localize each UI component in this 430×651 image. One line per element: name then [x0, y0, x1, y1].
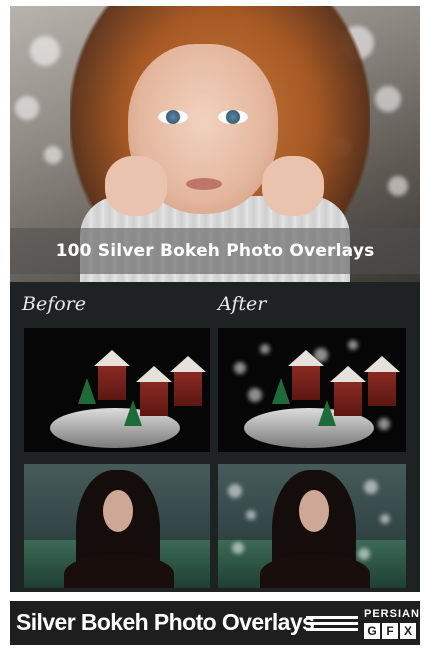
tree	[78, 378, 96, 404]
tree	[124, 400, 142, 426]
hand	[262, 156, 324, 216]
after-image-portrait	[218, 464, 406, 588]
bokeh-light	[348, 340, 358, 350]
bokeh-light	[358, 548, 370, 560]
bokeh-light	[364, 480, 378, 494]
brand-letter-g: G	[364, 623, 380, 639]
bokeh-light	[246, 510, 256, 520]
bokeh-light	[388, 176, 408, 196]
tree	[272, 378, 290, 404]
hero-title: 100 Silver Bokeh Photo Overlays	[55, 241, 375, 261]
bokeh-light	[375, 86, 401, 112]
bokeh-light	[248, 388, 262, 402]
portrait-face	[299, 490, 329, 532]
bokeh-light	[30, 36, 60, 66]
hero-image: 100 Silver Bokeh Photo Overlays	[10, 6, 420, 282]
tree	[318, 400, 336, 426]
bokeh-light	[314, 348, 328, 362]
house	[98, 366, 126, 400]
house	[334, 382, 362, 416]
brand-letter-x: X	[400, 623, 416, 639]
footer-bar: Silver Bokeh Photo Overlays PERSIAN G F …	[10, 601, 420, 645]
portrait-shoulders	[260, 554, 370, 588]
portrait-face	[103, 490, 133, 532]
house-roof	[170, 356, 206, 372]
bokeh-light	[260, 344, 270, 354]
before-label: Before	[22, 293, 87, 315]
after-label: After	[218, 293, 267, 315]
house	[368, 372, 396, 406]
before-image-village	[24, 328, 210, 452]
line	[306, 616, 358, 619]
footer-title: Silver Bokeh Photo Overlays	[16, 609, 315, 635]
preview-frame: 100 Silver Bokeh Photo Overlays Before A…	[10, 6, 420, 592]
eye	[158, 110, 188, 124]
house	[292, 366, 320, 400]
decorative-lines	[306, 616, 358, 634]
hand	[105, 156, 167, 216]
before-image-portrait	[24, 464, 210, 588]
bokeh-light	[234, 362, 246, 374]
after-image-village	[218, 328, 406, 452]
house-roof	[136, 366, 172, 382]
house	[140, 382, 168, 416]
line	[306, 628, 358, 631]
bokeh-light	[378, 418, 390, 430]
portrait-shoulders	[64, 554, 174, 588]
bokeh-light	[232, 542, 244, 554]
bokeh-light	[44, 146, 62, 164]
brand-name: PERSIAN	[364, 608, 420, 620]
house	[174, 372, 202, 406]
bokeh-light	[228, 484, 242, 498]
brand-letter-f: F	[382, 623, 398, 639]
bokeh-light	[380, 514, 390, 524]
eye	[218, 110, 248, 124]
house-roof	[94, 350, 130, 366]
bokeh-light	[15, 96, 39, 120]
house-roof	[364, 356, 400, 372]
line	[306, 622, 358, 625]
brand-logo: G F X	[364, 623, 416, 639]
title-banner: 100 Silver Bokeh Photo Overlays	[10, 228, 420, 274]
house-roof	[330, 366, 366, 382]
lips	[186, 178, 222, 190]
